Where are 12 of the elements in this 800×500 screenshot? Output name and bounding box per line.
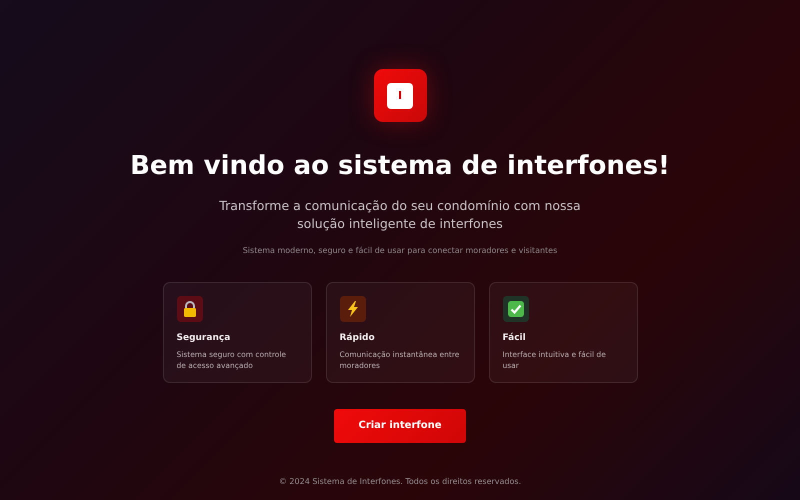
create-intercom-button[interactable]: Criar interfone xyxy=(334,408,466,442)
tagline: Sistema moderno, seguro e fácil de usar para conectar moradores e visitantes xyxy=(242,244,558,256)
lightning-icon xyxy=(346,300,358,316)
checkmark-icon xyxy=(508,300,524,316)
logo-letter: I xyxy=(398,90,402,101)
page-title: Bem vindo ao sistema de interfones! xyxy=(130,150,670,182)
feature-title: Rápido xyxy=(340,332,376,344)
feature-title: Segurança xyxy=(176,332,232,344)
feature-title: Fácil xyxy=(502,332,527,344)
footer-text: © 2024 Sistema de Interfones. Todos os direitos reservados. xyxy=(278,476,522,488)
lock-icon xyxy=(182,300,196,316)
subtitle: Transforme a comunicação do seu condomínio com nossa solução inteligente de interfones xyxy=(218,196,582,232)
